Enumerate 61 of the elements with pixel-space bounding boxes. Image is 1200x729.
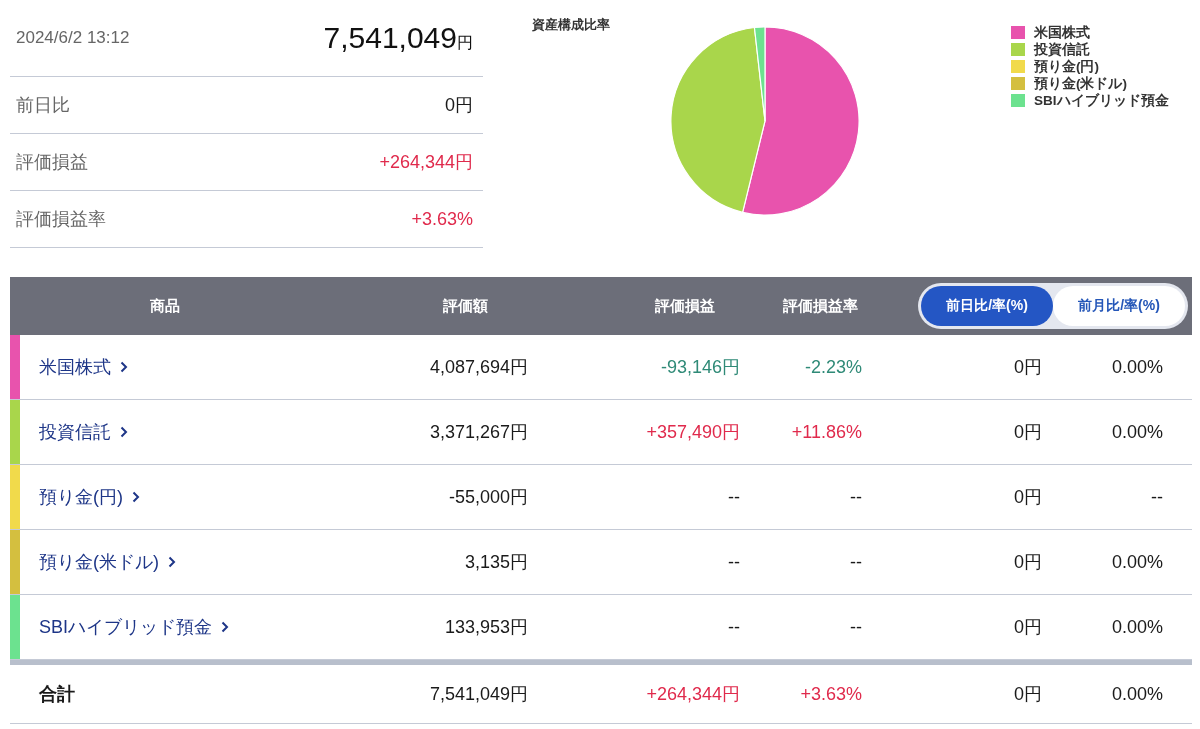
legend-label: SBIハイブリッド預金 <box>1034 91 1169 110</box>
table-cell-text: -- <box>727 486 741 508</box>
chevron-right-icon <box>221 621 229 633</box>
total-amount: 7,541,049円 <box>323 21 473 55</box>
product-link[interactable]: SBIハイブリッド預金 <box>20 615 229 639</box>
table-cell-text: -93,146円 <box>659 356 741 379</box>
summary-value: +3.63% <box>411 208 473 230</box>
table-cell-text: 0.00% <box>1110 683 1164 705</box>
toggle-tab[interactable]: 前月比/率(%) <box>1053 286 1185 326</box>
legend-label: 預り金(円) <box>1034 57 1099 76</box>
product-link[interactable]: 米国株式 <box>20 355 128 379</box>
table-cell-text: 0円 <box>1013 356 1043 379</box>
table-cell-text: -- <box>849 486 863 508</box>
total-label: 合計 <box>38 683 76 706</box>
summary-label: 評価損益率 <box>16 208 106 231</box>
table-cell-text: 7,541,049円 <box>428 683 529 706</box>
table-cell-text: -- <box>849 551 863 573</box>
summary-label: 評価損益 <box>16 151 88 174</box>
table-cell-text: -55,000円 <box>447 486 529 509</box>
table-cell-text: 4,087,694円 <box>428 356 529 379</box>
legend-label: 米国株式 <box>1034 23 1090 42</box>
product-link[interactable]: 預り金(円) <box>20 485 140 509</box>
summary-value: 0円 <box>445 94 473 117</box>
column-header: 商品 <box>149 296 181 316</box>
chevron-right-icon <box>168 556 176 568</box>
table-cell-text: -2.23% <box>803 356 863 378</box>
table-cell-text: 133,953円 <box>443 616 529 639</box>
table-cell-text: -- <box>849 616 863 638</box>
date-time: 2024/6/2 13:12 <box>16 28 130 48</box>
table-cell-text: +3.63% <box>799 683 863 705</box>
table-cell-text: 0円 <box>1013 551 1043 574</box>
table-cell-text: -- <box>1150 486 1164 508</box>
chevron-right-icon <box>132 491 140 503</box>
product-link[interactable]: 投資信託 <box>20 420 128 444</box>
table-cell-text: -- <box>727 616 741 638</box>
table-cell-text: 0円 <box>1013 683 1043 706</box>
column-header: 評価損益 <box>654 296 716 316</box>
toggle-tab[interactable]: 前日比/率(%) <box>921 286 1053 326</box>
table-cell-text: -- <box>727 551 741 573</box>
chart-title: 資産構成比率 <box>532 16 610 34</box>
table-cell-text: 0円 <box>1013 421 1043 444</box>
table-cell-text: 0.00% <box>1110 356 1164 378</box>
table-cell-text: +357,490円 <box>645 421 741 444</box>
column-header: 評価損益率 <box>781 296 859 316</box>
table-cell-text: 0.00% <box>1110 551 1164 573</box>
summary-label: 前日比 <box>16 94 70 117</box>
table-cell-text: 0.00% <box>1110 616 1164 638</box>
legend-label: 投資信託 <box>1034 40 1090 59</box>
product-link[interactable]: 預り金(米ドル) <box>20 550 176 574</box>
table-cell-text: 0円 <box>1013 616 1043 639</box>
summary-value: +264,344円 <box>379 151 473 174</box>
table-cell-text: 0.00% <box>1110 421 1164 443</box>
table-cell-text: +264,344円 <box>645 683 741 706</box>
table-cell-text: 3,135円 <box>463 551 529 574</box>
table-cell-text: 3,371,267円 <box>428 421 529 444</box>
legend-label: 預り金(米ドル) <box>1034 74 1127 93</box>
chevron-right-icon <box>120 361 128 373</box>
table-cell-text: 0円 <box>1013 486 1043 509</box>
table-cell-text: +11.86% <box>790 421 863 443</box>
chevron-right-icon <box>120 426 128 438</box>
column-header: 評価額 <box>441 296 489 316</box>
